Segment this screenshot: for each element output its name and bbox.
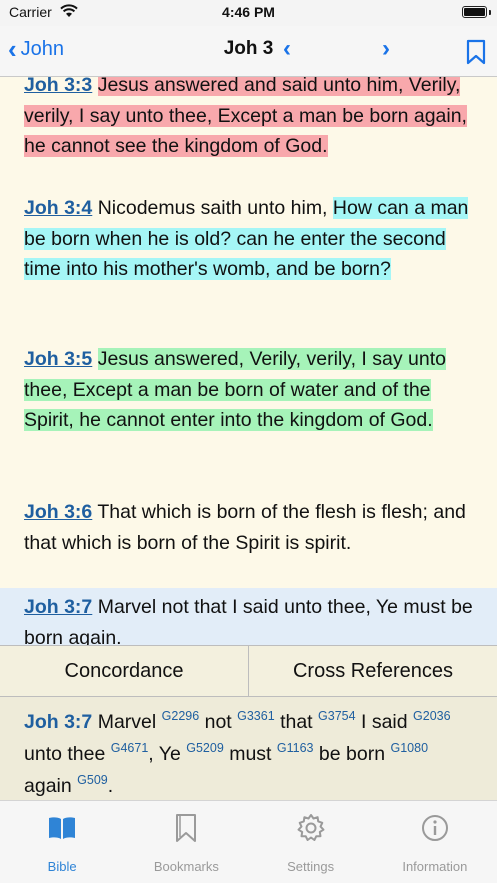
concordance-word: I said bbox=[360, 711, 408, 733]
verse-item[interactable]: Joh 3:5 Jesus answered, Verily, verily, … bbox=[0, 344, 497, 436]
tab-bookmarks[interactable]: Bookmarks bbox=[124, 801, 248, 883]
tab-information-label: Information bbox=[402, 859, 468, 874]
next-chapter-button[interactable]: › bbox=[382, 35, 390, 63]
strongs-number-link[interactable]: G3754 bbox=[318, 709, 356, 723]
navigation-bar: ‹ John ‹ Joh 3 › bbox=[0, 26, 497, 77]
concordance-panel: Joh 3:7 Marvel G2296 not G3361 that G375… bbox=[0, 697, 497, 800]
bookmark-icon[interactable] bbox=[466, 39, 486, 65]
bookmark-icon bbox=[176, 814, 197, 842]
concordance-word: be born bbox=[318, 743, 386, 765]
chapter-title[interactable]: Joh 3 bbox=[0, 38, 497, 60]
verse-item[interactable]: Joh 3:6 That which is born of the flesh … bbox=[0, 497, 497, 558]
verse-reference-link[interactable]: Joh 3:6 bbox=[24, 501, 92, 523]
concordance-word: Marvel bbox=[97, 711, 157, 733]
verse-item[interactable]: Joh 3:4 Nicodemus saith unto him, How ca… bbox=[0, 193, 497, 285]
concordance-word: that bbox=[280, 711, 313, 733]
tab-concordance[interactable]: Concordance bbox=[0, 646, 248, 696]
verse-reference-link[interactable]: Joh 3:7 bbox=[24, 596, 92, 618]
strongs-number-link[interactable]: G4671 bbox=[111, 741, 149, 755]
verse-item[interactable]: Joh 3:3 Jesus answered and said unto him… bbox=[0, 77, 497, 162]
tab-bible[interactable]: Bible bbox=[0, 801, 124, 883]
tab-bible-label: Bible bbox=[47, 859, 77, 874]
study-panel-tabs: Concordance Cross References bbox=[0, 645, 497, 697]
concordance-punctuation: . bbox=[107, 775, 114, 797]
strongs-number-link[interactable]: G5209 bbox=[186, 741, 224, 755]
strongs-number-link[interactable]: G2296 bbox=[162, 709, 200, 723]
info-icon bbox=[421, 815, 448, 841]
concordance-word: , Ye bbox=[148, 743, 181, 765]
verse-text: Marvel not that I said unto thee, Ye mus… bbox=[24, 596, 473, 645]
battery-cap bbox=[489, 10, 491, 15]
concordance-reference: Joh 3:7 bbox=[24, 711, 93, 733]
verse-list: Joh 3:3 Jesus answered and said unto him… bbox=[0, 77, 497, 645]
gear-icon bbox=[297, 814, 325, 841]
strongs-number-link[interactable]: G1163 bbox=[277, 741, 314, 755]
strongs-number-link[interactable]: G3361 bbox=[237, 709, 275, 723]
status-time: 4:46 PM bbox=[222, 4, 275, 20]
verse-reference-link[interactable]: Joh 3:4 bbox=[24, 197, 92, 219]
tab-settings-label: Settings bbox=[287, 859, 335, 874]
bottom-tab-bar: Bible Bookmarks Settings Information bbox=[0, 800, 497, 883]
tab-bookmarks-label: Bookmarks bbox=[153, 859, 219, 874]
tab-cross-references[interactable]: Cross References bbox=[248, 646, 497, 696]
verse-item-selected[interactable]: Joh 3:7 Marvel not that I said unto thee… bbox=[0, 588, 497, 645]
concordance-word: must bbox=[229, 743, 272, 765]
strongs-number-link[interactable]: G2036 bbox=[413, 709, 451, 723]
concordance-word: again bbox=[24, 775, 72, 797]
verse-reference-link[interactable]: Joh 3:3 bbox=[24, 77, 92, 96]
tab-information[interactable]: Information bbox=[373, 801, 497, 883]
status-bar: Carrier 4:46 PM bbox=[0, 0, 497, 26]
verse-reference-link[interactable]: Joh 3:5 bbox=[24, 348, 92, 370]
strongs-number-link[interactable]: G1080 bbox=[390, 741, 428, 755]
concordance-word: unto thee bbox=[24, 743, 106, 765]
verse-text: Nicodemus saith unto him, bbox=[97, 197, 328, 219]
book-icon bbox=[49, 817, 76, 839]
battery-icon bbox=[462, 6, 487, 18]
tab-settings[interactable]: Settings bbox=[249, 801, 373, 883]
strongs-number-link[interactable]: G509 bbox=[77, 773, 108, 787]
concordance-word: not bbox=[204, 711, 232, 733]
